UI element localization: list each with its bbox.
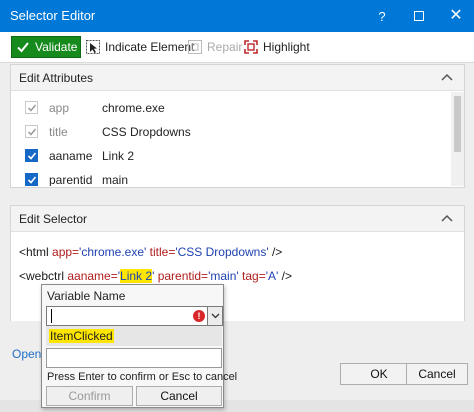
selector-tag-close: />: [278, 269, 292, 283]
suggestion-list: ItemClicked: [46, 326, 222, 346]
attributes-scrollbar[interactable]: [451, 92, 464, 186]
cancel-label: Cancel: [418, 367, 456, 381]
selector-attr-key: aaname=: [67, 269, 118, 283]
highlight-icon: [244, 40, 258, 54]
checkmark-icon: [27, 104, 36, 112]
edit-selector-title: Edit Selector: [19, 211, 88, 226]
selector-tag: <webctrl: [19, 269, 68, 283]
chevron-up-icon[interactable]: [440, 71, 454, 85]
selector-tag-close: />: [268, 245, 283, 259]
title-bar: Selector Editor ? ✕: [0, 0, 474, 32]
window-title: Selector Editor: [10, 8, 96, 23]
highlight-label: Highlight: [263, 40, 310, 54]
selector-attr-key: parentid=: [154, 269, 209, 283]
selector-attr-value: 'main': [208, 269, 239, 283]
confirm-button[interactable]: Confirm: [46, 386, 133, 406]
popup-cancel-label: Cancel: [160, 389, 198, 403]
attribute-checkbox-title[interactable]: [25, 125, 38, 138]
error-icon: !: [193, 310, 205, 322]
edit-attributes-title: Edit Attributes: [19, 70, 94, 85]
highlight-button[interactable]: Highlight: [244, 40, 310, 54]
validate-button[interactable]: Validate: [11, 36, 81, 58]
popup-hint: Press Enter to confirm or Esc to cancel: [47, 371, 238, 383]
selector-line-html: <html app='chrome.exe' title='CSS Dropdo…: [19, 245, 282, 259]
edit-attributes-header[interactable]: Edit Attributes: [11, 65, 464, 91]
selector-tag: <html: [19, 245, 53, 259]
close-button[interactable]: ✕: [438, 0, 474, 32]
attribute-name: app: [49, 101, 70, 115]
help-icon: ?: [378, 8, 386, 24]
maximize-button[interactable]: [401, 0, 437, 32]
toolbar: Validate Indicate Element Repair Highlig…: [0, 32, 474, 62]
checkmark-icon: [27, 151, 36, 160]
variable-name-input[interactable]: !: [46, 306, 223, 326]
open-link[interactable]: Open: [12, 347, 41, 361]
dropdown-button[interactable]: [207, 306, 223, 326]
maximize-icon: [414, 11, 424, 21]
attributes-list: app chrome.exe title CSS Dropdowns aanam…: [11, 92, 452, 186]
cursor-target-icon: [86, 40, 100, 54]
cancel-button[interactable]: Cancel: [406, 363, 468, 385]
attribute-row-app: app chrome.exe: [11, 96, 441, 120]
variable-name-label: Variable Name: [47, 289, 126, 303]
checkmark-icon: [27, 128, 36, 136]
repair-button[interactable]: Repair: [188, 40, 242, 54]
attribute-row-title: title CSS Dropdowns: [11, 120, 441, 144]
ok-label: OK: [370, 367, 388, 381]
selector-attr-key: app=: [52, 245, 80, 259]
edit-attributes-group: Edit Attributes app chrome.exe title CSS…: [10, 64, 465, 188]
selector-attr-value: 'chrome.exe': [79, 245, 147, 259]
repair-icon: [188, 40, 202, 54]
selector-attr-key: tag=: [238, 269, 266, 283]
scrollbar-thumb[interactable]: [454, 96, 461, 152]
selector-line-webctrl: <webctrl aaname='Link 2' parentid='main'…: [19, 269, 292, 283]
chevron-up-icon[interactable]: [440, 212, 454, 226]
repair-label: Repair: [207, 40, 243, 54]
attribute-row-parentid: parentid main: [11, 168, 441, 186]
attribute-value: chrome.exe: [102, 101, 165, 115]
attribute-value: main: [102, 173, 129, 186]
chevron-down-icon: [211, 313, 219, 319]
selector-attr-value: 'A': [265, 269, 279, 283]
selector-highlighted-value: Link 2: [120, 269, 153, 283]
popup-cancel-button[interactable]: Cancel: [136, 386, 222, 406]
attribute-row-aaname: aaname Link 2: [11, 144, 441, 168]
confirm-label: Confirm: [68, 389, 111, 403]
indicate-element-button[interactable]: Indicate Element: [86, 40, 194, 54]
checkmark-icon: [17, 42, 29, 53]
edit-selector-header[interactable]: Edit Selector: [11, 206, 464, 232]
secondary-input[interactable]: [46, 348, 222, 368]
selector-attr-value: 'CSS Dropdowns': [175, 245, 269, 259]
attribute-value: Link 2: [102, 149, 135, 163]
validate-label: Validate: [35, 40, 78, 54]
attribute-value: CSS Dropdowns: [102, 125, 191, 139]
attribute-checkbox-app[interactable]: [25, 101, 38, 114]
text-cursor: [51, 309, 52, 323]
variable-name-popup: Variable Name ! ItemClicked Press Enter …: [41, 284, 237, 408]
close-icon: ✕: [449, 7, 463, 24]
suggestion-item[interactable]: ItemClicked: [49, 329, 114, 343]
help-button[interactable]: ?: [364, 0, 400, 32]
selector-attr-key: title=: [146, 245, 176, 259]
checkmark-icon: [27, 175, 36, 184]
attribute-checkbox-aaname[interactable]: [25, 149, 38, 162]
attribute-checkbox-parentid[interactable]: [25, 173, 38, 186]
attribute-name: aaname: [49, 149, 93, 163]
attribute-name: title: [49, 125, 68, 139]
indicate-element-label: Indicate Element: [105, 40, 195, 54]
attribute-name: parentid: [49, 173, 93, 186]
